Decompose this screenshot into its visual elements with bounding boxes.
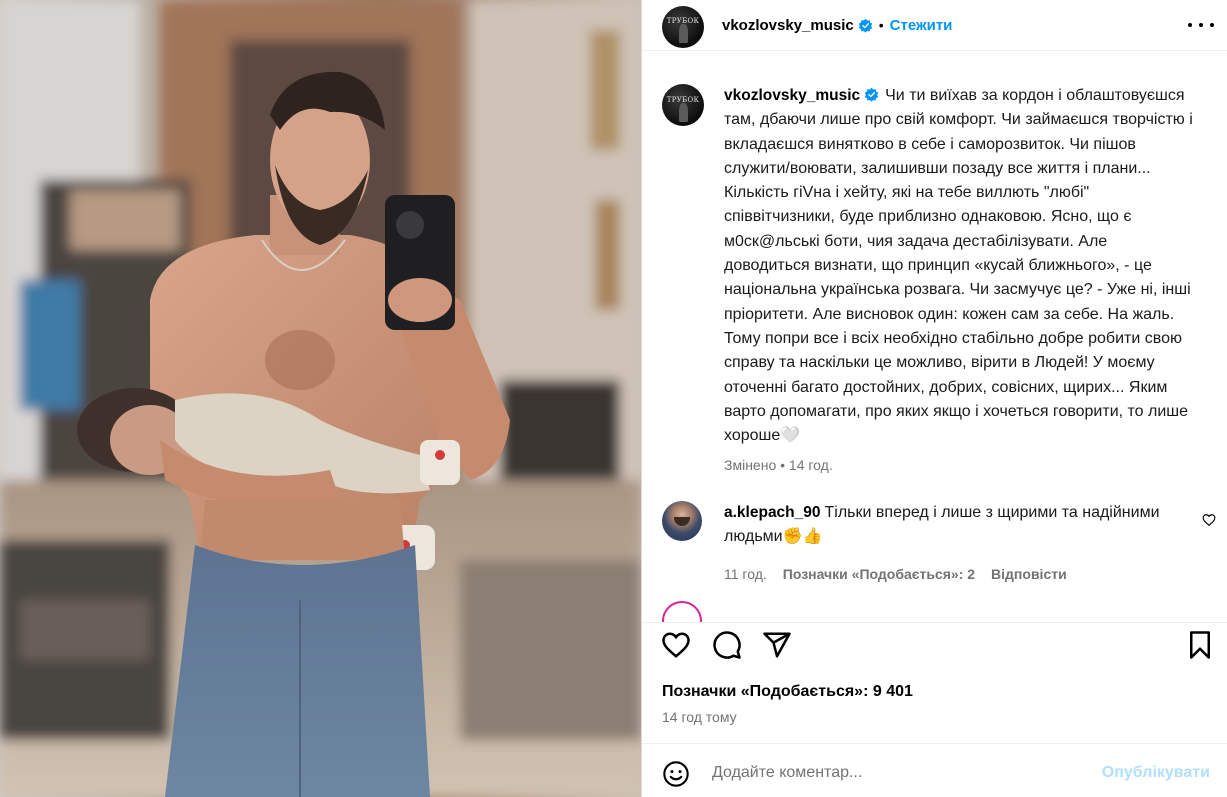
header-user-row: vkozlovsky_music • Стежити: [722, 17, 952, 34]
bookmark-icon[interactable]: [1185, 630, 1215, 660]
comment-likes-link[interactable]: Позначки «Подобається»: 2: [783, 566, 975, 582]
likes-count[interactable]: Позначки «Подобається»: 9 401: [662, 683, 913, 701]
more-dot: [1188, 23, 1192, 27]
comment-time: 11 год.: [724, 565, 767, 582]
publish-button[interactable]: Опублікувати: [1102, 764, 1210, 782]
comment-icon[interactable]: [712, 630, 742, 660]
comment-item: a.klepach_90 Тільки вперед і лише з щирим…: [662, 501, 1222, 582]
caption-time: 14 год.: [788, 457, 833, 474]
post-time[interactable]: 14 год тому: [662, 709, 737, 725]
author-avatar[interactable]: ТРУБОК: [662, 5, 704, 48]
share-icon[interactable]: [762, 630, 792, 660]
separator-dot: •: [780, 457, 786, 474]
avatar-figure: [678, 24, 689, 44]
heart-icon[interactable]: [661, 630, 691, 660]
caption-text-block: vkozlovsky_music Чи ти виїхав за кордон і…: [724, 84, 1194, 448]
comment-meta: 11 год. Позначки «Подобається»: 2 Відпов…: [724, 566, 1164, 582]
follow-button[interactable]: Стежити: [890, 17, 953, 34]
comments-scroll-area[interactable]: ТРУБОК vkozlovsky_music Чи ти виїхав за к…: [642, 52, 1227, 622]
commenter-avatar[interactable]: [662, 501, 702, 541]
comment-body: a.klepach_90 Тільки вперед і лише з щирим…: [724, 501, 1164, 582]
more-options-icon[interactable]: [1188, 14, 1214, 36]
verified-badge-icon: [858, 18, 872, 33]
author-username[interactable]: vkozlovsky_music: [722, 17, 854, 34]
verified-badge-icon: [864, 87, 879, 102]
post-header: ТРУБОК vkozlovsky_music • Стежити: [642, 0, 1227, 51]
commenter-username[interactable]: a.klepach_90: [724, 504, 821, 521]
edited-label: Змінено: [724, 457, 777, 474]
reply-button[interactable]: Відповісти: [991, 566, 1067, 582]
post-side-panel: ТРУБОК vkozlovsky_music • Стежити ТРУБОК…: [641, 0, 1227, 797]
next-comment-avatar[interactable]: [662, 601, 702, 622]
caption-author-avatar[interactable]: ТРУБОК: [662, 84, 704, 126]
caption-text: Чи ти виїхав за кордон і облаштовуєшся т…: [724, 87, 1193, 445]
avatar-beard: [674, 517, 690, 526]
more-dot: [1199, 23, 1203, 27]
emoji-icon[interactable]: [662, 760, 690, 788]
avatar-figure: [678, 102, 689, 122]
comment-input[interactable]: [712, 758, 1092, 788]
caption-body: vkozlovsky_music Чи ти виїхав за кордон і…: [724, 84, 1194, 473]
caption-meta: Змінено • 14 год.: [724, 457, 1194, 473]
comment-text-block: a.klepach_90 Тільки вперед і лише з щирим…: [724, 501, 1164, 550]
post-photo-illustration: [0, 0, 641, 797]
post-caption: ТРУБОК vkozlovsky_music Чи ти виїхав за к…: [662, 84, 1212, 473]
post-dialog: ТРУБОК vkozlovsky_music • Стежити ТРУБОК…: [0, 0, 1227, 797]
separator-dot: •: [878, 17, 884, 33]
add-comment-bar: Опублікувати: [642, 743, 1227, 797]
more-dot: [1210, 23, 1214, 27]
caption-username[interactable]: vkozlovsky_music: [724, 87, 860, 104]
comment-heart-icon[interactable]: [1202, 513, 1216, 527]
post-photo[interactable]: [0, 0, 641, 797]
post-actions: Позначки «Подобається»: 9 401 14 год том…: [642, 622, 1227, 797]
